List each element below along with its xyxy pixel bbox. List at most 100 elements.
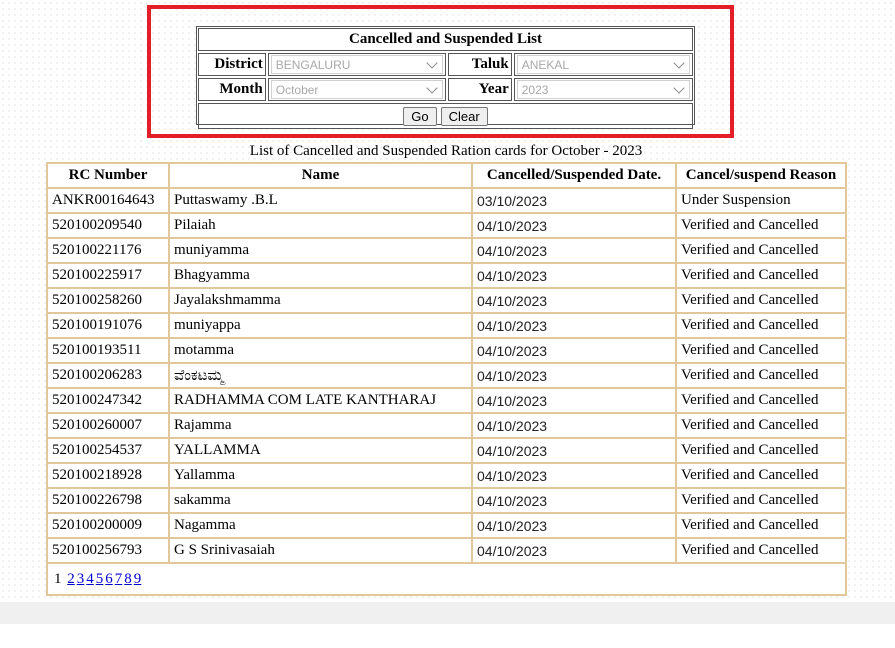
date-cell: 03/10/2023 [472,188,676,213]
year-cell: 2023 [513,78,694,101]
pager-current-page: 1 [54,570,62,587]
date-cell: 04/10/2023 [472,413,676,438]
reason-cell: Verified and Cancelled [676,438,846,463]
reason-cell: Verified and Cancelled [676,463,846,488]
reason-cell: Verified and Cancelled [676,538,846,563]
table-row: 520100193511 motamma 04/10/2023 Verified an… [47,338,846,363]
table-row: 520100247342 RADHAMMA COM LATE KANTHARAJ 0… [47,388,846,413]
rc-number-cell: 520100260007 [47,413,169,438]
name-cell: RADHAMMA COM LATE KANTHARAJ [169,388,472,413]
date-cell: 04/10/2023 [472,438,676,463]
month-select[interactable]: October [270,80,443,99]
month-label: Month [198,78,266,101]
clear-button[interactable]: Clear [440,106,488,126]
taluk-cell: ANEKAL [513,53,694,76]
pager-link-4[interactable]: 4 [86,571,94,587]
pager-link-7[interactable]: 7 [115,571,123,587]
pager-link-3[interactable]: 3 [77,571,85,587]
reason-cell: Verified and Cancelled [676,338,846,363]
pager-link-2[interactable]: 2 [67,571,75,587]
rc-number-cell: 520100247342 [47,388,169,413]
chevron-down-icon [426,81,438,94]
reason-cell: Verified and Cancelled [676,313,846,338]
name-cell: G S Srinivasaiah [169,538,472,563]
year-select[interactable]: 2023 [516,80,691,99]
table-row: 520100225917 Bhagyamma 04/10/2023 Verified … [47,263,846,288]
rc-number-cell: 520100256793 [47,538,169,563]
rc-number-cell: 520100209540 [47,213,169,238]
table-row: ANKR00164643 Puttaswamy .B.L 03/10/2023 Und… [47,188,846,213]
pager-row: 1 23456789 [47,563,846,595]
name-cell: Pilaiah [169,213,472,238]
reason-cell: Verified and Cancelled [676,213,846,238]
month-select-value: October [275,82,319,97]
rc-number-cell: 520100226798 [47,488,169,513]
rc-number-cell: 520100258260 [47,288,169,313]
go-button[interactable]: Go [403,106,437,126]
pager-link-8[interactable]: 8 [124,571,132,587]
pager-link-9[interactable]: 9 [134,571,142,587]
list-caption: List of Cancelled and Suspended Ration c… [249,143,643,159]
date-cell: 04/10/2023 [472,263,676,288]
pager-link-6[interactable]: 6 [105,571,113,587]
name-cell: muniyappa [169,313,472,338]
pager: 1 23456789 [52,571,141,587]
header-name: Name [169,163,472,188]
name-cell: sakamma [169,488,472,513]
reason-cell: Verified and Cancelled [676,488,846,513]
name-cell: Rajamma [169,413,472,438]
table-row: 520100209540 Pilaiah 04/10/2023 Verified an… [47,213,846,238]
table-body: ANKR00164643 Puttaswamy .B.L 03/10/2023 Und… [47,188,846,563]
rc-number-cell: 520100200009 [47,513,169,538]
date-cell: 04/10/2023 [472,463,676,488]
date-cell: 04/10/2023 [472,363,676,388]
district-select-value: BENGALURU [275,57,351,72]
name-cell: motamma [169,338,472,363]
reason-cell: Verified and Cancelled [676,238,846,263]
table-row: 520100258260 Jayalakshmamma 04/10/2023 Veri… [47,288,846,313]
name-cell: ವೆಂಕಟಮ್ಮ [169,363,472,388]
chevron-down-icon [673,56,685,69]
date-cell: 04/10/2023 [472,488,676,513]
rc-number-cell: 520100225917 [47,263,169,288]
district-select[interactable]: BENGALURU [270,55,443,74]
year-label: Year [448,78,512,101]
pager-cell: 1 23456789 [47,563,846,595]
header-rc-number: RC Number [47,163,169,188]
table-row: 520100206283 ವೆಂಕಟಮ್ಮ 04/10/2023 Verified a… [47,363,846,388]
table-row: 520100256793 G S Srinivasaiah 04/10/2023 Ve… [47,538,846,563]
taluk-label: Taluk [448,53,512,76]
date-cell: 04/10/2023 [472,538,676,563]
reason-cell: Verified and Cancelled [676,388,846,413]
rc-number-cell: 520100221176 [47,238,169,263]
reason-cell: Verified and Cancelled [676,363,846,388]
rc-number-cell: ANKR00164643 [47,188,169,213]
reason-cell: Verified and Cancelled [676,513,846,538]
table-row: 520100191076 muniyappa 04/10/2023 Verified … [47,313,846,338]
taluk-select[interactable]: ANEKAL [516,55,691,74]
name-cell: YALLAMMA [169,438,472,463]
rc-number-cell: 520100191076 [47,313,169,338]
name-cell: Jayalakshmamma [169,288,472,313]
table-header-row: RC Number Name Cancelled/Suspended Date.… [47,163,846,188]
reason-cell: Verified and Cancelled [676,263,846,288]
reason-cell: Verified and Cancelled [676,288,846,313]
date-cell: 04/10/2023 [472,213,676,238]
year-select-value: 2023 [521,82,549,97]
name-cell: Yallamma [169,463,472,488]
district-cell: BENGALURU [267,53,446,76]
date-cell: 04/10/2023 [472,238,676,263]
pager-link-5[interactable]: 5 [96,571,104,587]
table-row: 520100200009 Nagamma 04/10/2023 Verified an… [47,513,846,538]
district-label: District [198,53,266,76]
date-cell: 04/10/2023 [472,288,676,313]
ration-card-table: RC Number Name Cancelled/Suspended Date.… [46,162,847,596]
table-row: 520100221176 muniyamma 04/10/2023 Verified … [47,238,846,263]
date-cell: 04/10/2023 [472,313,676,338]
taluk-select-value: ANEKAL [521,57,570,72]
footer-band [0,602,895,624]
table-row: 520100218928 Yallamma 04/10/2023 Verified a… [47,463,846,488]
rc-number-cell: 520100218928 [47,463,169,488]
date-cell: 04/10/2023 [472,513,676,538]
name-cell: Bhagyamma [169,263,472,288]
